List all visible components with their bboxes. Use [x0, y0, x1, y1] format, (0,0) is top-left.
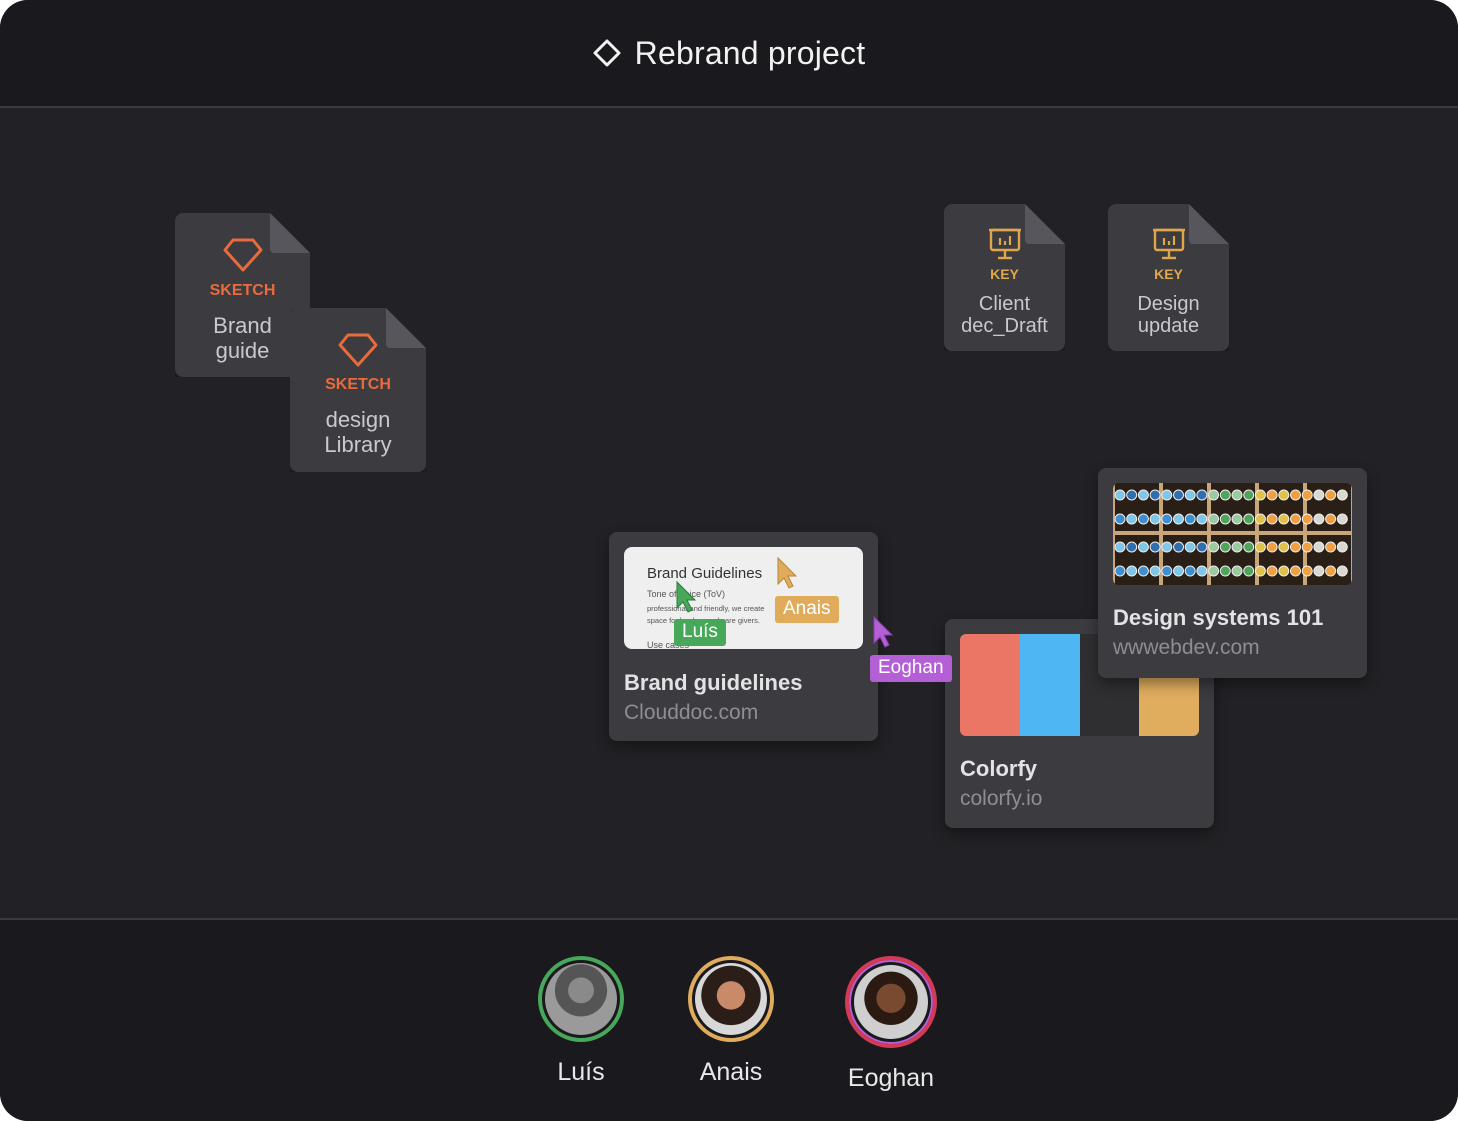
avatar[interactable]: [845, 956, 937, 1048]
app-window: Rebrand project SKETCH Brand guide SKETC…: [0, 0, 1458, 1121]
project-canvas: SKETCH Brand guide SKETCH design Library: [0, 110, 1458, 918]
folded-corner: [270, 213, 310, 253]
link-card-design-systems[interactable]: Design systems 101 wwwebdev.com: [1098, 468, 1367, 678]
collaborator-name: Luís: [557, 1058, 605, 1086]
collaborator-name: Eoghan: [847, 1064, 935, 1092]
folded-corner: [1189, 204, 1229, 244]
cursor-label-eoghan: Eoghan: [870, 655, 952, 682]
folded-corner: [386, 308, 426, 348]
avatar[interactable]: [688, 956, 774, 1042]
diamond-icon: [593, 39, 621, 67]
swatch-red: [960, 634, 1020, 736]
file-name-line1: Brand: [213, 313, 272, 338]
keynote-presentation-icon: [1151, 226, 1187, 262]
link-card-brand-guidelines[interactable]: Brand Guidelines Tone of Voice (ToV) pro…: [609, 532, 878, 741]
link-domain: Clouddoc.com: [624, 701, 759, 724]
file-name-line1: Client: [978, 293, 1031, 315]
cursor-label-anais: Anais: [775, 596, 839, 623]
folded-corner: [1025, 204, 1065, 244]
link-title: Colorfy: [960, 756, 1037, 781]
file-name-line2: Library: [324, 432, 392, 457]
spray-cans-illustration: [1113, 483, 1352, 585]
link-title: Design systems 101: [1113, 605, 1324, 630]
avatar[interactable]: [538, 956, 624, 1042]
collaborator-name: Anais: [699, 1058, 763, 1086]
file-type-label: KEY: [1154, 266, 1183, 282]
cursor-label-luis: Luís: [674, 619, 726, 646]
cursor-luis-icon: [676, 580, 697, 613]
preview-line: professional and friendly, we create: [647, 604, 765, 613]
sketch-diamond-icon: [338, 332, 378, 368]
sketch-diamond-icon: [223, 237, 263, 273]
project-header: Rebrand project: [0, 0, 1458, 108]
preview-heading: Brand Guidelines: [647, 565, 763, 582]
file-name-line2: guide: [215, 338, 270, 363]
file-name-line2: dec_Draft: [961, 315, 1048, 337]
cursor-anais-icon: [777, 556, 798, 589]
spray-cans-photo: [1113, 483, 1352, 585]
file-card-design-library[interactable]: SKETCH design Library: [290, 308, 426, 472]
keynote-presentation-icon: [987, 226, 1023, 262]
link-domain: colorfy.io: [960, 787, 1043, 810]
file-card-client-dec-draft[interactable]: KEY Client dec_Draft: [944, 204, 1065, 351]
cursor-eoghan-icon: [873, 615, 894, 648]
link-domain: wwwebdev.com: [1113, 636, 1260, 659]
file-type-label: SKETCH: [325, 376, 391, 393]
collaborator-luis[interactable]: Luís: [506, 956, 656, 1087]
file-card-brand-guide[interactable]: SKETCH Brand guide: [175, 213, 310, 377]
link-title: Brand guidelines: [624, 670, 803, 695]
project-title: Rebrand project: [634, 34, 866, 71]
file-name-line1: Design: [1137, 293, 1200, 315]
collaborators-bar: Luís Anais Eoghan: [0, 918, 1458, 1121]
collaborator-anais[interactable]: Anais: [656, 956, 806, 1087]
file-type-label: SKETCH: [209, 282, 276, 299]
collaborator-eoghan[interactable]: Eoghan: [816, 956, 966, 1093]
file-card-design-update[interactable]: KEY Design update: [1108, 204, 1229, 351]
file-name-line2: update: [1137, 315, 1200, 337]
swatch-blue: [1019, 634, 1080, 736]
file-name-line1: design: [325, 407, 391, 432]
file-type-label: KEY: [990, 266, 1019, 282]
